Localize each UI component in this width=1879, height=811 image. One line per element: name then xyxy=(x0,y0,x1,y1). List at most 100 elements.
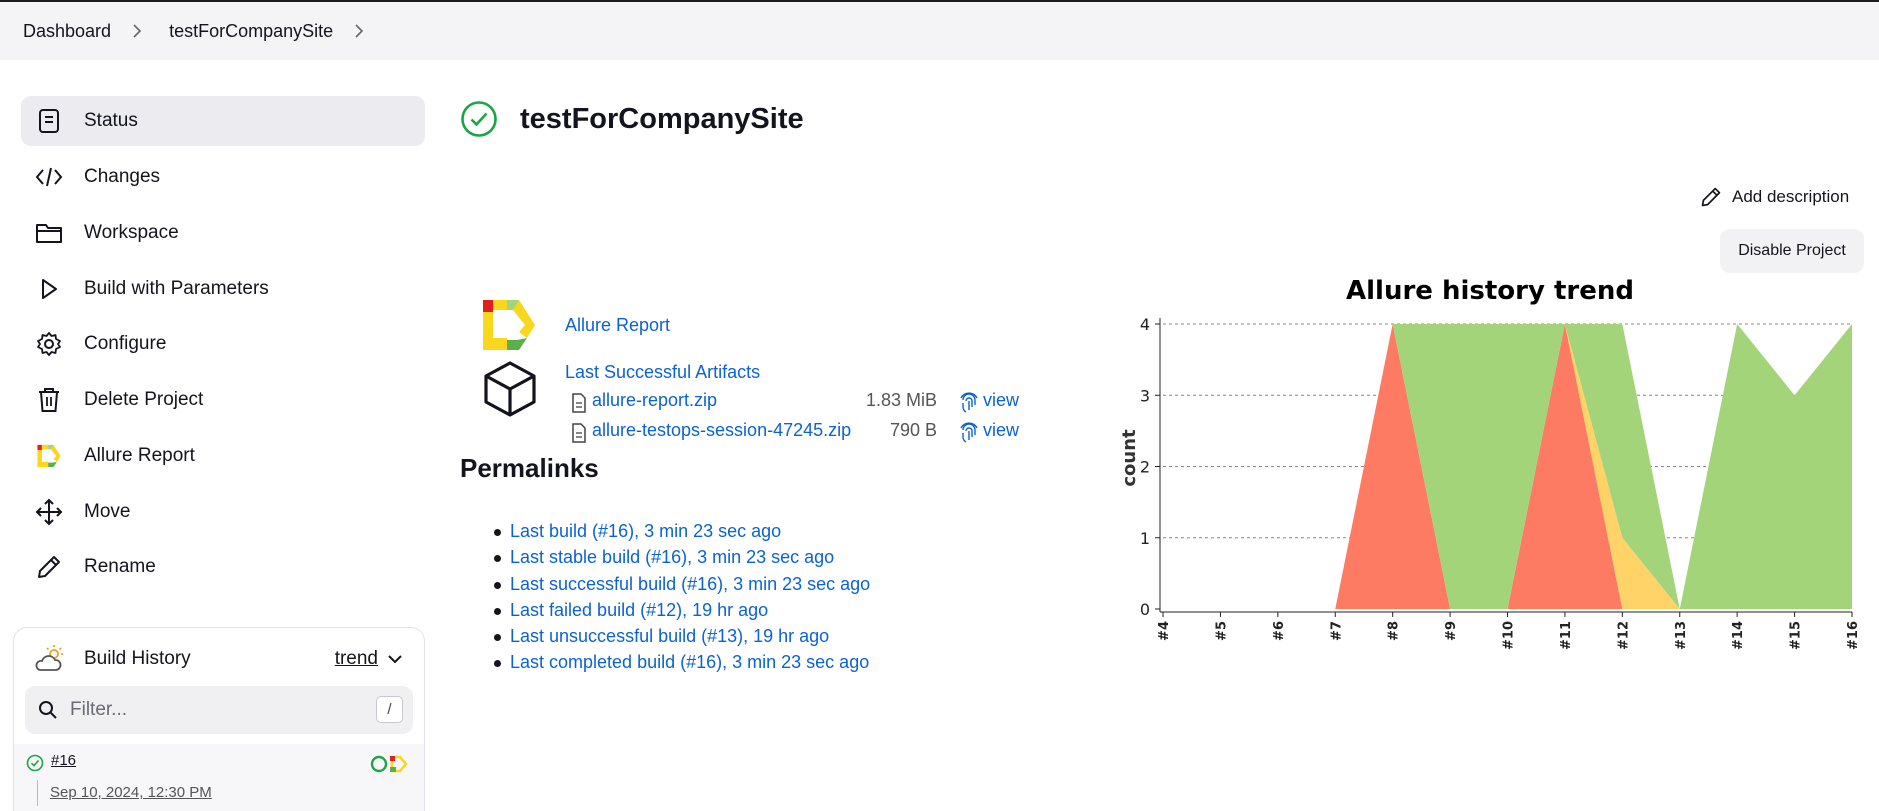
x-tick-label: #15 xyxy=(1789,621,1804,650)
x-tick-label: #5 xyxy=(1214,621,1229,641)
file-icon xyxy=(572,393,586,413)
allure-report-link[interactable]: Allure Report xyxy=(565,315,670,336)
artifact-view-link[interactable]: view xyxy=(983,390,1019,411)
breadcrumb-project[interactable]: testForCompanySite xyxy=(169,21,333,42)
x-tick-label: #9 xyxy=(1444,621,1459,641)
package-box-icon xyxy=(484,361,536,417)
artifact-row: allure-testops-session-47245.zip 790 B v… xyxy=(571,420,1041,444)
sidebar-item-configure[interactable]: Configure xyxy=(21,319,425,369)
trend-label[interactable]: trend xyxy=(335,648,378,670)
build-filter: / xyxy=(25,686,413,734)
build-history-header: Build History xyxy=(34,643,191,675)
build-history-card: Build History trend / #16 Sep 10, 2024, … xyxy=(13,627,425,811)
x-tick-label: #4 xyxy=(1157,621,1172,641)
artifact-row: allure-report.zip 1.83 MiB view xyxy=(571,390,1041,414)
breadcrumb-dashboard[interactable]: Dashboard xyxy=(23,21,111,42)
permalink[interactable]: Last unsuccessful build (#13), 19 hr ago xyxy=(510,626,829,646)
file-icon xyxy=(572,423,586,443)
chart-title: Allure history trend xyxy=(1346,276,1634,306)
artifact-size: 790 B xyxy=(889,420,937,440)
artifact-link[interactable]: allure-report.zip xyxy=(592,390,717,411)
gear-icon xyxy=(35,330,63,358)
trend-dropdown[interactable]: trend xyxy=(335,648,402,670)
page-title-row: testForCompanySite xyxy=(460,100,804,138)
x-tick-label: #12 xyxy=(1616,621,1631,650)
list-item: Last completed build (#16), 3 min 23 sec… xyxy=(493,652,870,678)
add-description-link[interactable]: Add description xyxy=(1700,186,1849,208)
sidebar-item-changes[interactable]: Changes xyxy=(21,152,425,202)
list-item: Last unsuccessful build (#13), 19 hr ago xyxy=(493,626,870,652)
allure-history-trend-chart[interactable]: Allure history trend 0 1 2 3 4 #4 #5 #6 #7 #8 #9 #1… xyxy=(1110,272,1879,662)
permalinks-heading: Permalinks xyxy=(460,453,599,483)
x-tick-label: #14 xyxy=(1731,621,1746,650)
build-history-title: Build History xyxy=(84,648,191,669)
sidebar-item-label: Rename xyxy=(84,556,156,577)
permalink[interactable]: Last build (#16), 3 min 23 sec ago xyxy=(510,521,781,541)
fingerprint-icon[interactable] xyxy=(959,422,979,444)
allure-logo-icon xyxy=(35,442,63,470)
weather-cloudy-sun-icon xyxy=(34,643,66,675)
sidebar-item-label: Changes xyxy=(84,166,161,187)
success-status-icon xyxy=(461,101,497,137)
artifact-size: 1.83 MiB xyxy=(865,390,937,410)
chevron-right-icon[interactable] xyxy=(349,21,369,41)
status-icon xyxy=(35,107,63,135)
sidebar-item-delete-project[interactable]: Delete Project xyxy=(21,375,425,425)
x-tick-label: #16 xyxy=(1846,621,1861,650)
filter-shortcut-key: / xyxy=(376,696,403,723)
allure-logo-icon xyxy=(483,300,535,350)
artifact-view-link[interactable]: view xyxy=(983,420,1019,441)
sidebar-item-rename[interactable]: Rename xyxy=(21,542,425,592)
trash-icon xyxy=(35,386,63,414)
add-description-label: Add description xyxy=(1732,187,1850,206)
list-item: Last failed build (#12), 19 hr ago xyxy=(493,600,870,626)
build-date-link[interactable]: Sep 10, 2024, 12:30 PM xyxy=(50,784,212,801)
sidebar-item-label: Move xyxy=(84,501,131,522)
x-tick-label: #13 xyxy=(1674,621,1689,650)
permalink[interactable]: Last failed build (#12), 19 hr ago xyxy=(510,600,768,620)
sidebar-item-status[interactable]: Status xyxy=(21,96,425,146)
search-icon xyxy=(39,701,57,719)
y-tick-label: 3 xyxy=(1140,386,1150,405)
sidebar-item-label: Allure Report xyxy=(84,445,195,466)
page-title: testForCompanySite xyxy=(520,102,804,135)
list-item: Last build (#16), 3 min 23 sec ago xyxy=(493,521,870,547)
x-tick-label: #11 xyxy=(1559,621,1574,650)
artifact-link[interactable]: allure-testops-session-47245.zip xyxy=(592,420,851,441)
folder-icon xyxy=(35,219,63,247)
x-tick-label: #7 xyxy=(1329,621,1344,641)
breadcrumb: Dashboard testForCompanySite xyxy=(0,2,1879,60)
success-check-icon xyxy=(26,754,44,772)
sidebar-item-label: Build with Parameters xyxy=(84,278,269,299)
build-number-link[interactable]: #16 xyxy=(51,752,76,769)
x-tick-label: #6 xyxy=(1272,621,1287,641)
permalink[interactable]: Last successful build (#16), 3 min 23 se… xyxy=(510,574,870,594)
x-tick-label: #10 xyxy=(1502,621,1517,650)
allure-badge-icon[interactable] xyxy=(370,754,410,774)
permalink[interactable]: Last completed build (#16), 3 min 23 sec… xyxy=(510,652,869,672)
fingerprint-icon[interactable] xyxy=(959,392,979,414)
y-tick-label: 4 xyxy=(1140,315,1150,334)
build-filter-input[interactable] xyxy=(70,699,350,721)
play-icon xyxy=(35,275,63,303)
sidebar-item-allure-report[interactable]: Allure Report xyxy=(21,431,425,481)
y-tick-label: 2 xyxy=(1140,458,1150,477)
list-item: Last successful build (#16), 3 min 23 se… xyxy=(493,574,870,600)
pencil-icon xyxy=(35,553,63,581)
y-tick-label: 1 xyxy=(1140,529,1150,548)
permalinks-list: Last build (#16), 3 min 23 sec ago Last … xyxy=(493,521,870,679)
sidebar-item-workspace[interactable]: Workspace xyxy=(21,208,425,258)
list-item: Last stable build (#16), 3 min 23 sec ag… xyxy=(493,547,870,573)
permalink[interactable]: Last stable build (#16), 3 min 23 sec ag… xyxy=(510,547,834,567)
sidebar-item-move[interactable]: Move xyxy=(21,487,425,537)
pencil-icon xyxy=(1700,186,1722,208)
y-axis-label: count xyxy=(1119,429,1140,487)
code-icon xyxy=(35,163,63,191)
sidebar-item-label: Status xyxy=(84,110,138,131)
build-row[interactable]: #16 Sep 10, 2024, 12:30 PM xyxy=(14,744,424,811)
disable-project-button[interactable]: Disable Project xyxy=(1720,229,1864,273)
last-successful-artifacts-link[interactable]: Last Successful Artifacts xyxy=(565,362,760,383)
move-icon xyxy=(35,498,63,526)
sidebar-item-build-with-parameters[interactable]: Build with Parameters xyxy=(21,264,425,314)
sidebar-item-label: Delete Project xyxy=(84,389,204,410)
